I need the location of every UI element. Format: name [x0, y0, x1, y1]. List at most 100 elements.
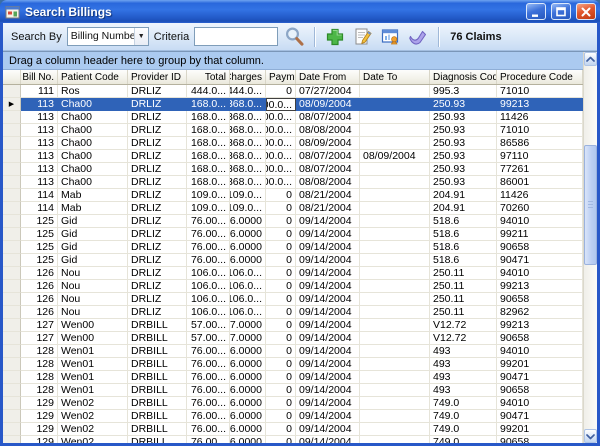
cell-date_from[interactable]: 08/21/2004: [296, 202, 360, 215]
cell-patient[interactable]: Nou: [58, 306, 128, 319]
cell-date_from[interactable]: 09/14/2004: [296, 423, 360, 436]
cell-patient[interactable]: Cha00: [58, 98, 128, 111]
cell-total[interactable]: 168.0...: [187, 124, 230, 137]
cell-date_from[interactable]: 08/07/2004: [296, 163, 360, 176]
cell-bill_no[interactable]: 111: [21, 85, 58, 98]
cell-date_from[interactable]: 09/14/2004: [296, 371, 360, 384]
cell-diagnosis[interactable]: 204.91: [430, 202, 497, 215]
cell-payments[interactable]: 0: [266, 85, 296, 98]
cell-provider[interactable]: DRLIZ: [128, 228, 187, 241]
cell-date_to[interactable]: [360, 85, 430, 98]
cell-procedure[interactable]: 86586: [497, 137, 583, 150]
cell-provider[interactable]: DRBILL: [128, 384, 187, 397]
cell-procedure[interactable]: 90658: [497, 293, 583, 306]
cell-procedure[interactable]: 90471: [497, 371, 583, 384]
cell-diagnosis[interactable]: 518.6: [430, 228, 497, 241]
cell-date_from[interactable]: 09/14/2004: [296, 267, 360, 280]
cell-procedure[interactable]: 90471: [497, 410, 583, 423]
cell-total[interactable]: 57.00...: [187, 319, 230, 332]
cell-provider[interactable]: DRLIZ: [128, 85, 187, 98]
cell-date_from[interactable]: 08/08/2004: [296, 176, 360, 189]
cell-date_to[interactable]: [360, 436, 430, 443]
column-header-charges[interactable]: Charges: [230, 70, 266, 84]
table-row[interactable]: 128Wen01DRBILL76.00...76.0000009/14/2004…: [3, 371, 583, 384]
cell-diagnosis[interactable]: 749.0: [430, 423, 497, 436]
cell-procedure[interactable]: 94010: [497, 215, 583, 228]
cell-payments[interactable]: 0: [266, 228, 296, 241]
cell-total[interactable]: 76.00...: [187, 397, 230, 410]
cell-patient[interactable]: Wen01: [58, 358, 128, 371]
column-header-date_to[interactable]: Date To: [360, 70, 430, 84]
cell-procedure[interactable]: 11426: [497, 111, 583, 124]
cell-charges[interactable]: 106.0...: [230, 280, 266, 293]
cell-date_to[interactable]: [360, 345, 430, 358]
view-report-button[interactable]: [379, 25, 402, 48]
cell-patient[interactable]: Wen00: [58, 332, 128, 345]
cell-payments[interactable]: 0: [266, 280, 296, 293]
cell-bill_no[interactable]: 113: [21, 163, 58, 176]
cell-payments[interactable]: 0: [266, 293, 296, 306]
cell-total[interactable]: 76.00...: [187, 241, 230, 254]
cell-date_from[interactable]: 09/14/2004: [296, 306, 360, 319]
cell-diagnosis[interactable]: 493: [430, 358, 497, 371]
cell-patient[interactable]: Nou: [58, 293, 128, 306]
cell-bill_no[interactable]: 125: [21, 254, 58, 267]
cell-charges[interactable]: 76.0000: [230, 254, 266, 267]
cell-date_from[interactable]: 08/09/2004: [296, 137, 360, 150]
cell-diagnosis[interactable]: 250.93: [430, 111, 497, 124]
table-row[interactable]: 128Wen01DRBILL76.00...76.0000009/14/2004…: [3, 384, 583, 397]
cell-procedure[interactable]: 82962: [497, 306, 583, 319]
cell-date_from[interactable]: 07/27/2004: [296, 85, 360, 98]
cell-bill_no[interactable]: 125: [21, 241, 58, 254]
cell-provider[interactable]: DRLIZ: [128, 176, 187, 189]
cell-patient[interactable]: Nou: [58, 267, 128, 280]
cell-provider[interactable]: DRLIZ: [128, 254, 187, 267]
cell-procedure[interactable]: 97110: [497, 150, 583, 163]
cell-procedure[interactable]: 99213: [497, 319, 583, 332]
search-button[interactable]: [283, 25, 306, 48]
table-row[interactable]: 128Wen01DRBILL76.00...76.0000009/14/2004…: [3, 345, 583, 358]
cell-payments[interactable]: 0: [266, 241, 296, 254]
column-header-procedure[interactable]: Procedure Code: [497, 70, 583, 84]
table-row[interactable]: 125GidDRLIZ76.00...76.0000009/14/2004518…: [3, 254, 583, 267]
cell-charges[interactable]: 444.0...: [230, 85, 266, 98]
column-header-provider[interactable]: Provider ID: [128, 70, 187, 84]
cell-patient[interactable]: Cha00: [58, 111, 128, 124]
cell-bill_no[interactable]: 114: [21, 202, 58, 215]
table-row[interactable]: 113Cha00DRLIZ168.0...368.0...200.0...08/…: [3, 137, 583, 150]
cell-provider[interactable]: DRBILL: [128, 358, 187, 371]
cell-payments[interactable]: 0: [266, 423, 296, 436]
cell-procedure[interactable]: 77261: [497, 163, 583, 176]
cell-patient[interactable]: Mab: [58, 189, 128, 202]
cell-provider[interactable]: DRLIZ: [128, 306, 187, 319]
cell-bill_no[interactable]: 128: [21, 371, 58, 384]
cell-date_to[interactable]: [360, 254, 430, 267]
cell-charges[interactable]: 368.0...: [230, 111, 266, 124]
cell-payments[interactable]: 0: [266, 410, 296, 423]
table-row[interactable]: 128Wen01DRBILL76.00...76.0000009/14/2004…: [3, 358, 583, 371]
cell-bill_no[interactable]: 126: [21, 280, 58, 293]
cell-date_to[interactable]: [360, 163, 430, 176]
cell-procedure[interactable]: 90471: [497, 254, 583, 267]
cell-date_to[interactable]: [360, 241, 430, 254]
cell-patient[interactable]: Cha00: [58, 124, 128, 137]
cell-date_to[interactable]: [360, 358, 430, 371]
cell-diagnosis[interactable]: 250.11: [430, 280, 497, 293]
cell-charges[interactable]: 76.0000: [230, 215, 266, 228]
cell-diagnosis[interactable]: 749.0: [430, 410, 497, 423]
table-row[interactable]: 125GidDRLIZ76.00...76.0000009/14/2004518…: [3, 241, 583, 254]
cell-diagnosis[interactable]: 250.93: [430, 176, 497, 189]
cell-date_to[interactable]: [360, 293, 430, 306]
cell-diagnosis[interactable]: 250.93: [430, 98, 497, 111]
cell-date_to[interactable]: [360, 98, 430, 111]
cell-total[interactable]: 109.0...: [187, 202, 230, 215]
cell-patient[interactable]: Cha00: [58, 176, 128, 189]
cell-patient[interactable]: Gid: [58, 228, 128, 241]
cell-bill_no[interactable]: 125: [21, 215, 58, 228]
cell-date_to[interactable]: [360, 189, 430, 202]
cell-bill_no[interactable]: 129: [21, 436, 58, 443]
cell-payments[interactable]: 0: [266, 436, 296, 443]
cell-date_from[interactable]: 09/14/2004: [296, 293, 360, 306]
cell-charges[interactable]: 368.0...: [230, 163, 266, 176]
cell-date_from[interactable]: 09/14/2004: [296, 358, 360, 371]
